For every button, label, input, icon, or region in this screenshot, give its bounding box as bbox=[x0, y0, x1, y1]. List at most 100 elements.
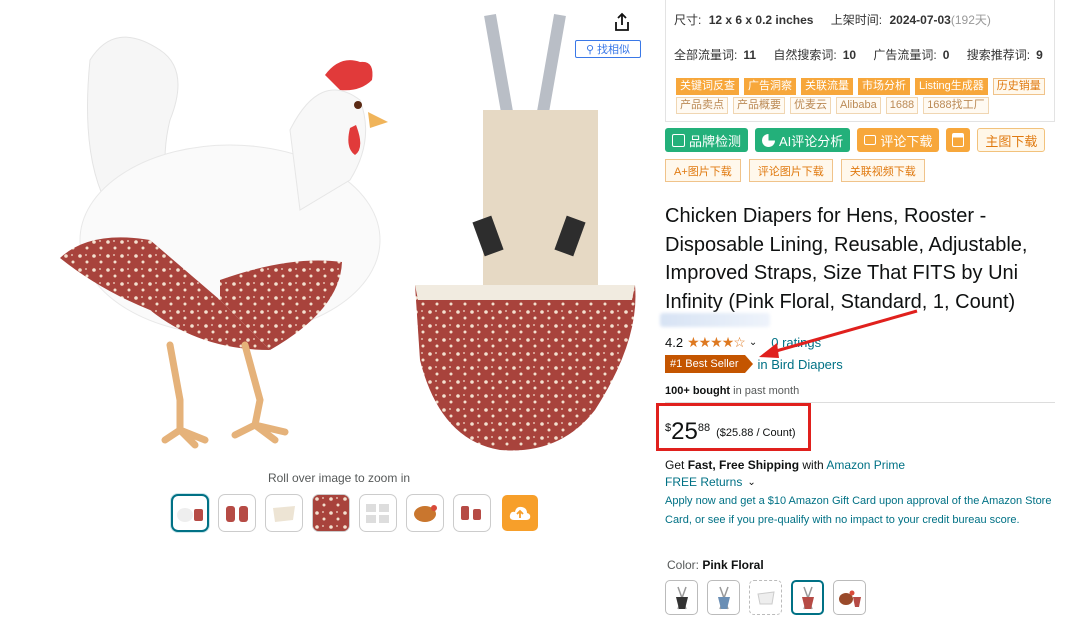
review-download-label: 评论下载 bbox=[880, 133, 933, 149]
video-download-button[interactable]: 关联视频下载 bbox=[840, 159, 925, 182]
tag-listing-generator[interactable]: Listing生成器 bbox=[915, 78, 988, 95]
main-image-download-button[interactable]: 主图下载 bbox=[977, 128, 1046, 152]
bought-count-rest: in past month bbox=[730, 385, 800, 397]
share-icon[interactable] bbox=[612, 12, 632, 32]
traffic-ad-label: 广告流量词: bbox=[873, 48, 937, 62]
tag-selling-points[interactable]: 产品卖点 bbox=[676, 97, 728, 114]
tag-market-analysis[interactable]: 市场分析 bbox=[858, 78, 910, 95]
brand-check-button[interactable]: 品牌检测 bbox=[665, 128, 749, 152]
traffic-organic-value[interactable]: 10 bbox=[843, 48, 856, 62]
calculator-icon bbox=[952, 133, 965, 147]
main-product-image[interactable] bbox=[20, 0, 650, 465]
share-icon-glyph bbox=[615, 12, 629, 31]
tag-history-sales[interactable]: 历史销量 bbox=[992, 78, 1045, 95]
thumbnail-liner-icon bbox=[273, 506, 295, 522]
free-returns-link[interactable]: FREE Returns ⌄ bbox=[665, 475, 756, 489]
thumbnail-1[interactable] bbox=[171, 494, 209, 532]
comment-icon bbox=[864, 135, 877, 145]
plugin-tags-row-1: 关键词反查 广告洞察 关联流量 市场分析 Listing生成器 历史销量 bbox=[676, 78, 1045, 95]
best-seller-badge[interactable]: #1 Best Seller bbox=[665, 355, 755, 373]
tag-youmaiyun[interactable]: 优麦云 bbox=[790, 97, 831, 114]
tag-alibaba[interactable]: Alibaba bbox=[836, 97, 881, 114]
thumbnail-chicken-diaper-icon bbox=[177, 508, 203, 522]
tag-1688-factory[interactable]: 1688找工厂 bbox=[923, 97, 989, 114]
traffic-row: 全部流量词: 11 自然搜索词: 10 广告流量词: 0 搜索推荐词: 9 bbox=[674, 46, 1043, 63]
bought-count-bold: 100+ bought bbox=[665, 385, 731, 397]
tag-product-summary[interactable]: 产品概要 bbox=[733, 97, 785, 114]
swatch-liner[interactable] bbox=[749, 580, 782, 615]
amazon-prime-link[interactable]: Amazon Prime bbox=[826, 458, 905, 472]
traffic-all-value[interactable]: 11 bbox=[743, 48, 756, 62]
price: $ 25 88 ($25.88 / Count) bbox=[665, 420, 796, 444]
chicken-figure bbox=[60, 36, 388, 449]
color-swatches bbox=[665, 580, 866, 615]
color-label-prefix: Color: bbox=[667, 558, 703, 572]
diaper-black-icon bbox=[675, 586, 688, 609]
ai-review-button[interactable]: AI评论分析 bbox=[755, 128, 851, 152]
rating-value: 4.2 bbox=[665, 335, 684, 350]
price-fraction: 88 bbox=[697, 422, 711, 434]
plugin-downloads-row: A+图片下载 评论图片下载 关联视频下载 bbox=[665, 159, 925, 182]
cloud-upload-icon bbox=[509, 506, 531, 520]
color-value: Pink Floral bbox=[702, 558, 764, 572]
thumbnail-4[interactable] bbox=[312, 494, 350, 532]
main-image-download-label: 主图下载 bbox=[985, 133, 1038, 149]
product-title: Chicken Diapers for Hens, Rooster - Disp… bbox=[665, 205, 1028, 313]
listed-days: (192天) bbox=[950, 13, 991, 27]
listed-label: 上架时间: bbox=[830, 13, 883, 27]
calculator-button[interactable] bbox=[946, 128, 971, 152]
brand-check-label: 品牌检测 bbox=[689, 133, 742, 149]
review-download-button[interactable]: 评论下载 bbox=[857, 128, 940, 152]
aplus-download-button[interactable]: A+图片下载 bbox=[665, 159, 741, 182]
blurred-brand-link bbox=[660, 313, 770, 327]
shipping-with: with bbox=[799, 458, 827, 472]
plugin-tools-row: 品牌检测 AI评论分析 评论下载 主图下载 bbox=[665, 128, 1046, 152]
liner-icon bbox=[756, 590, 775, 604]
traffic-ad-value[interactable]: 0 bbox=[943, 48, 950, 62]
pie-chart-icon bbox=[762, 133, 776, 147]
swatch-with-chicken[interactable] bbox=[833, 580, 866, 615]
swatch-black-pattern[interactable] bbox=[665, 580, 698, 615]
size-label: 尺寸: bbox=[674, 13, 702, 27]
free-returns-label: FREE Returns bbox=[665, 475, 743, 489]
tag-ad-insight[interactable]: 广告洞察 bbox=[744, 78, 796, 95]
thumbnail-diapers-icon bbox=[226, 506, 248, 522]
seller-plugin-panel: 尺寸: 12 x 6 x 0.2 inches 上架时间: 2024-07-03… bbox=[665, 0, 1055, 122]
thumbnail-2[interactable] bbox=[218, 494, 256, 532]
checkbox-icon bbox=[672, 133, 685, 147]
star-rating-icon[interactable]: ★★★★☆ bbox=[687, 334, 746, 351]
shipping-prefix: Get bbox=[665, 458, 688, 472]
ai-review-label: AI评论分析 bbox=[779, 133, 844, 149]
tag-related-traffic[interactable]: 关联流量 bbox=[801, 78, 853, 95]
traffic-suggest-label: 搜索推荐词: bbox=[966, 48, 1031, 62]
traffic-suggest-value[interactable]: 9 bbox=[1036, 48, 1043, 62]
find-similar-label: 找相似 bbox=[597, 44, 631, 56]
thumbnail-3[interactable] bbox=[265, 494, 303, 532]
tag-1688[interactable]: 1688 bbox=[885, 97, 919, 114]
find-similar-button[interactable]: ⚲ 找相似 bbox=[575, 40, 641, 58]
hero-illustration bbox=[60, 13, 636, 451]
store-card-promo-link[interactable]: Apply now and get a $10 Amazon Gift Card… bbox=[665, 492, 1060, 530]
review-image-download-button[interactable]: 评论图片下载 bbox=[748, 159, 833, 182]
thumbnail-instructions-icon bbox=[366, 504, 389, 523]
swatch-blue-pattern[interactable] bbox=[707, 580, 740, 615]
traffic-organic-label: 自然搜索词: bbox=[773, 48, 837, 62]
plugin-tags-row-2: 产品卖点 产品概要 优麦云 Alibaba 1688 1688找工厂 bbox=[676, 97, 989, 114]
diaper-blue-icon bbox=[717, 586, 730, 609]
color-label: Color: Pink Floral bbox=[667, 558, 764, 572]
listed-value: 2024-07-03 bbox=[889, 13, 951, 27]
price-whole: 25 bbox=[671, 418, 698, 445]
chicken-diaper-icon bbox=[838, 590, 861, 607]
thumbnail-sizes-icon bbox=[461, 506, 481, 520]
swatch-pink-floral[interactable] bbox=[791, 580, 824, 615]
thumbnail-6[interactable] bbox=[406, 494, 444, 532]
price-per-unit: ($25.88 / Count) bbox=[716, 427, 796, 439]
thumbnail-5[interactable] bbox=[359, 494, 397, 532]
tag-keyword-reverse[interactable]: 关键词反查 bbox=[676, 78, 739, 95]
size-listed-row: 尺寸: 12 x 6 x 0.2 inches 上架时间: 2024-07-03… bbox=[674, 11, 991, 28]
diaper-pink-icon bbox=[801, 586, 814, 609]
upload-image-button[interactable] bbox=[502, 495, 538, 531]
thumbnail-7[interactable] bbox=[453, 494, 491, 532]
thumbnail-strip bbox=[171, 494, 538, 532]
shipping-info: Get Fast, Free Shipping with Amazon Prim… bbox=[665, 458, 905, 472]
